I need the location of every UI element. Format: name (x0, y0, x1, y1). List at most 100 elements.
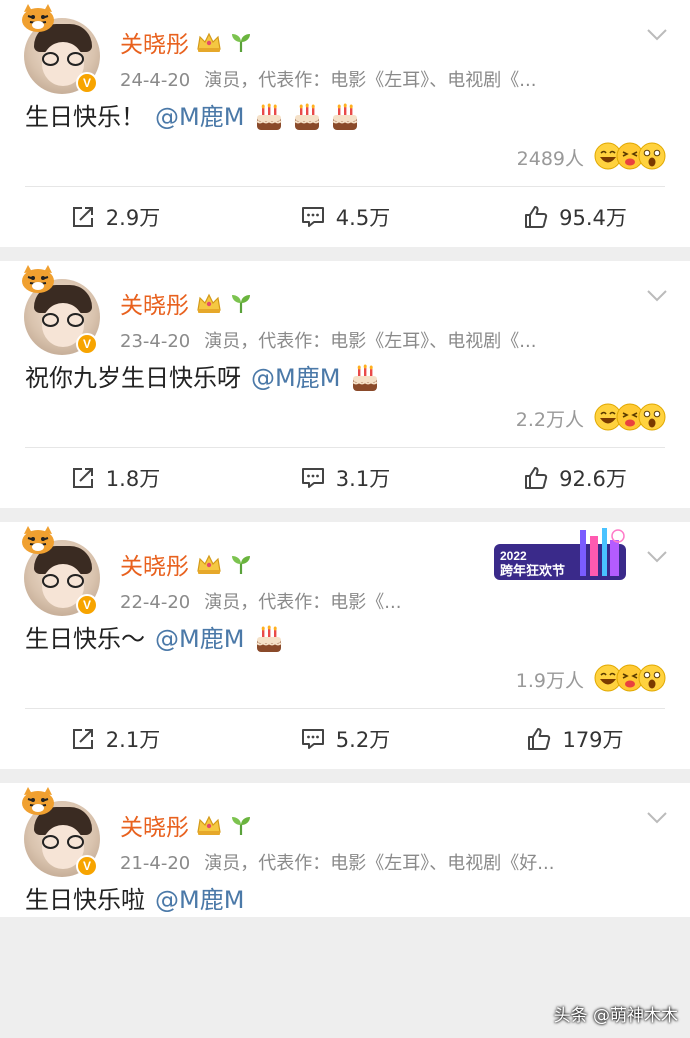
tiger-pendant-icon (22, 526, 54, 554)
reaction-summary[interactable]: 1.9万人 (0, 656, 690, 708)
post-header: V 关晓彤 22-4-20 演员，代表作：电影《... 2022 跨年狂欢节 (0, 522, 690, 622)
like-count: 95.4万 (559, 206, 627, 230)
reaction-summary[interactable]: 2.2万人 (0, 395, 690, 447)
post-date: 22-4-20 (120, 592, 191, 613)
post-date: 23-4-20 (120, 331, 191, 352)
user-bio: 演员，代表作：电影《... (204, 592, 402, 613)
thumbs-up-icon (525, 206, 548, 228)
cake-emojis (254, 625, 284, 655)
repost-button[interactable]: 2.9万 (0, 187, 230, 247)
repost-count: 2.9万 (105, 206, 161, 230)
post-text: 祝你九岁生日快乐呀 (25, 364, 241, 392)
repost-button[interactable]: 2.1万 (0, 709, 230, 769)
repost-button[interactable]: 1.8万 (0, 448, 230, 508)
birthday-cake-icon (294, 103, 321, 130)
laugh-emoji-icons (594, 142, 666, 170)
post-content[interactable]: 生日快乐！ @M鹿M (0, 100, 690, 134)
comment-icon (301, 207, 324, 227)
avatar[interactable]: V (20, 265, 100, 357)
chevron-down-icon[interactable] (646, 811, 668, 825)
post-header: V 关晓彤 23-4-20 演员，代表作：电影《左耳》、电视剧《... (0, 261, 690, 361)
event-banner[interactable]: 2022跨年狂欢节 (490, 526, 630, 584)
avatar[interactable]: V (20, 526, 100, 618)
like-button[interactable]: 92.6万 (460, 448, 690, 508)
action-bar: 2.9万 4.5万 95.4万 (0, 187, 690, 247)
weibo-post: V 关晓彤 23-4-20 演员，代表作：电影《左耳》、电视剧《... 祝你九岁… (0, 261, 690, 508)
chevron-down-icon[interactable] (646, 289, 668, 303)
post-meta: 22-4-20 演员，代表作：电影《... (120, 588, 401, 614)
sprout-icon (232, 817, 250, 835)
chevron-down-icon[interactable] (646, 28, 668, 42)
name-row: 关晓彤 (120, 287, 253, 319)
thumbs-up-icon (525, 467, 548, 489)
mention-link[interactable]: @M鹿M (155, 625, 244, 653)
banner-year: 2022 (500, 549, 527, 563)
comment-count: 3.1万 (335, 467, 391, 491)
comment-button[interactable]: 3.1万 (230, 448, 460, 508)
tiger-pendant-icon (22, 265, 54, 293)
post-text: 生日快乐啦 (25, 886, 145, 914)
weibo-post: V 关晓彤 24-4-20 演员，代表作：电影《左耳》、电视剧《... 生日快乐… (0, 0, 690, 247)
comment-icon (301, 468, 324, 488)
like-count: 179万 (562, 728, 624, 752)
crown-icon (197, 32, 221, 52)
name-row: 关晓彤 (120, 548, 253, 580)
verified-v-icon: V (76, 594, 98, 616)
user-bio: 演员，代表作：电影《左耳》、电视剧《好... (204, 853, 555, 874)
username[interactable]: 关晓彤 (120, 547, 189, 581)
birthday-cake-icon (352, 364, 379, 391)
user-bio: 演员，代表作：电影《左耳》、电视剧《... (204, 331, 537, 352)
name-row: 关晓彤 (120, 809, 253, 841)
avatar[interactable]: V (20, 4, 100, 96)
cake-emojis (350, 364, 380, 394)
mention-link[interactable]: @M鹿M (251, 364, 340, 392)
repost-icon (72, 207, 93, 227)
action-bar: 1.8万 3.1万 92.6万 (0, 448, 690, 508)
username[interactable]: 关晓彤 (120, 286, 189, 320)
repost-count: 2.1万 (105, 728, 161, 752)
comment-count: 5.2万 (335, 728, 391, 752)
post-content[interactable]: 生日快乐～ @M鹿M (0, 622, 690, 656)
tiger-pendant-icon (22, 787, 54, 815)
reaction-count: 2489人 (516, 148, 584, 170)
post-meta: 24-4-20 演员，代表作：电影《左耳》、电视剧《... (120, 66, 536, 92)
username[interactable]: 关晓彤 (120, 808, 189, 842)
repost-icon (72, 729, 93, 749)
comment-button[interactable]: 5.2万 (230, 709, 460, 769)
avatar[interactable]: V (20, 787, 100, 879)
reaction-summary[interactable]: 2489人 (0, 134, 690, 186)
action-bar: 2.1万 5.2万 179万 (0, 709, 690, 769)
post-meta: 23-4-20 演员，代表作：电影《左耳》、电视剧《... (120, 327, 536, 353)
laugh-emoji-icons (594, 403, 666, 431)
watermark: 头条 @萌神木木 (553, 1006, 678, 1026)
user-bio: 演员，代表作：电影《左耳》、电视剧《... (204, 70, 537, 91)
sprout-icon (232, 556, 250, 574)
verified-v-icon: V (76, 333, 98, 355)
thumbs-up-icon (528, 728, 551, 750)
verified-v-icon: V (76, 855, 98, 877)
cake-emojis (254, 103, 360, 133)
post-header: V 关晓彤 24-4-20 演员，代表作：电影《左耳》、电视剧《... (0, 0, 690, 100)
weibo-post: V 关晓彤 22-4-20 演员，代表作：电影《... 2022 跨年狂欢节 生… (0, 522, 690, 769)
chevron-down-icon[interactable] (646, 550, 668, 564)
post-content[interactable]: 祝你九岁生日快乐呀 @M鹿M (0, 361, 690, 395)
post-date: 24-4-20 (120, 70, 191, 91)
crown-icon (197, 815, 221, 835)
crown-icon (197, 293, 221, 313)
birthday-cake-icon (256, 103, 283, 130)
mention-link[interactable]: @M鹿M (155, 103, 244, 131)
like-button[interactable]: 179万 (460, 709, 690, 769)
comment-button[interactable]: 4.5万 (230, 187, 460, 247)
like-count: 92.6万 (559, 467, 627, 491)
username[interactable]: 关晓彤 (120, 25, 189, 59)
reaction-count: 1.9万人 (515, 670, 584, 692)
laugh-emoji-icons (594, 664, 666, 692)
verified-v-icon: V (76, 72, 98, 94)
sprout-icon (232, 295, 250, 313)
like-button[interactable]: 95.4万 (460, 187, 690, 247)
weibo-post: V 关晓彤 21-4-20 演员，代表作：电影《左耳》、电视剧《好... 生日快… (0, 783, 690, 917)
post-meta: 21-4-20 演员，代表作：电影《左耳》、电视剧《好... (120, 849, 554, 875)
post-content[interactable]: 生日快乐啦 @M鹿M (0, 883, 690, 917)
tiger-pendant-icon (22, 4, 54, 32)
mention-link[interactable]: @M鹿M (155, 886, 244, 914)
